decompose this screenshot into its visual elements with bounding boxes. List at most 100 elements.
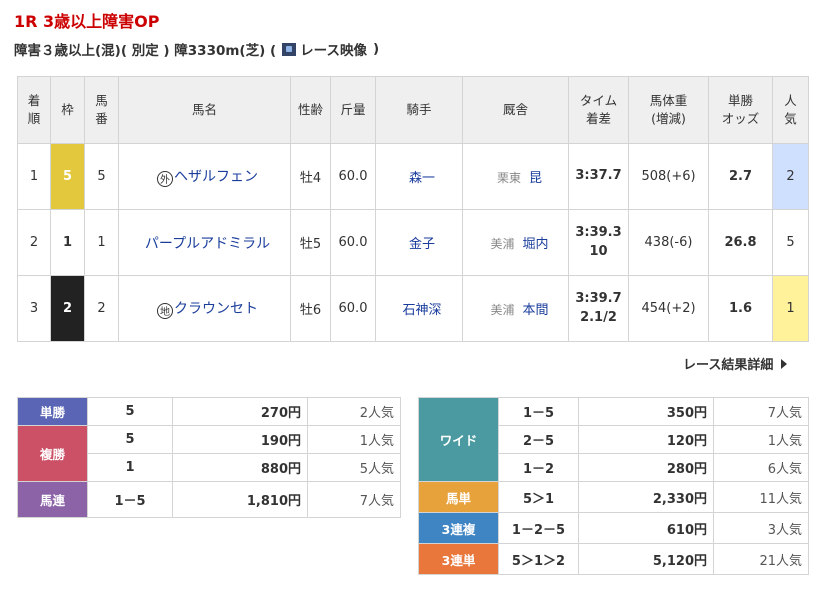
payout-yen: 120円 xyxy=(578,425,714,454)
race-video-link[interactable]: レース映像 xyxy=(282,39,367,59)
frame-badge: 5 xyxy=(51,144,84,209)
col-rank: 着順 xyxy=(17,76,51,144)
col-popularity: 人気 xyxy=(772,76,809,144)
trainer-link[interactable]: 堀内 xyxy=(523,237,549,252)
table-row: 1 5 5 外ヘザルフェン 牡4 60.0 森一 栗東昆 3:37.7 508(… xyxy=(17,143,809,210)
col-number: 馬番 xyxy=(84,76,119,144)
payout-yen: 190円 xyxy=(172,425,308,454)
jockey-link[interactable]: 森一 xyxy=(409,171,435,186)
trainer-region: 美浦 xyxy=(490,237,515,251)
col-odds: 単勝 オッズ xyxy=(708,76,773,144)
payout-yen: 610円 xyxy=(578,512,714,544)
trainer-link[interactable]: 昆 xyxy=(529,171,542,186)
label-wide: ワイド xyxy=(418,397,499,482)
payout-row-tansho: 単勝 5 270円 2人気 xyxy=(17,397,401,426)
table-header-row: 着順 枠 馬番 馬名 性齢 斤量 騎手 厩舎 タイム 着差 馬体重 (増減) 単勝オ… xyxy=(17,76,809,144)
rank: 3 xyxy=(17,275,51,342)
payout-yen: 1,810円 xyxy=(172,481,308,518)
payout-combo: 5 xyxy=(87,425,173,454)
trainer-region: 美浦 xyxy=(490,303,515,317)
payout-combo: 1－5 xyxy=(498,397,579,426)
body-weight: 438(-6) xyxy=(628,209,709,276)
carried-weight: 60.0 xyxy=(330,209,376,276)
rank: 1 xyxy=(17,143,51,210)
video-label: レース映像 xyxy=(300,43,367,59)
race-conditions: 障害３歳以上(混)( 別定 ) 障3330m(芝) ( レース映像 ) xyxy=(14,39,379,59)
trainer-region: 栗東 xyxy=(496,171,521,185)
col-trainer: 厩舎 xyxy=(462,76,569,144)
payout-combo: 5＞1 xyxy=(498,481,579,513)
popularity: 2 xyxy=(772,143,809,210)
label-umaren: 馬連 xyxy=(17,481,88,518)
payout-row-sanrentan: 3連単 5＞1＞2 5,120円 21人気 xyxy=(418,543,809,575)
margin: 10 xyxy=(589,243,608,259)
payout-popularity: 1人気 xyxy=(713,425,809,454)
frame-cell: 1 xyxy=(50,209,85,276)
jockey-cell: 石神深 xyxy=(375,275,463,342)
margin: 2.1/2 xyxy=(580,309,617,325)
body-weight: 508(+6) xyxy=(628,143,709,210)
sex-age: 牡6 xyxy=(290,275,331,342)
trainer-cell: 美浦 本間 xyxy=(462,275,569,342)
payout-row-sanrenpuku: 3連複 1－2－5 610円 3人気 xyxy=(418,512,809,544)
sex-age: 牡5 xyxy=(290,209,331,276)
col-frame: 枠 xyxy=(50,76,85,144)
trainer-cell: 栗東昆 xyxy=(462,143,569,210)
jockey-cell: 金子 xyxy=(375,209,463,276)
horse-number: 1 xyxy=(84,209,119,276)
payout-yen: 5,120円 xyxy=(578,543,714,575)
payout-table-right: ワイド 1－5 350円 7人気 2－5 120円 1人気 1－2 280円 6… xyxy=(418,397,809,575)
rank: 2 xyxy=(17,209,51,276)
horse-cell: 外ヘザルフェン xyxy=(118,143,291,210)
frame-badge: 2 xyxy=(51,276,84,341)
time-cell: 3:39.7 2.1/2 xyxy=(568,275,629,342)
payout-popularity: 5人気 xyxy=(307,453,401,482)
payout-yen: 2,330円 xyxy=(578,481,714,513)
horse-name-link[interactable]: クラウンセト xyxy=(174,301,258,317)
result-table: 着順 枠 馬番 馬名 性齢 斤量 騎手 厩舎 タイム 着差 馬体重 (増減) 単勝オ… xyxy=(17,76,809,342)
horse-name-link[interactable]: ヘザルフェン xyxy=(174,169,258,185)
trainer-link[interactable]: 本間 xyxy=(523,303,549,318)
table-row: 2 1 1 パープルアドミラル 牡5 60.0 金子 美浦 堀内 3:39.3 10… xyxy=(17,209,809,276)
horse-number: 2 xyxy=(84,275,119,342)
payout-popularity: 11人気 xyxy=(713,481,809,513)
close-paren: ) xyxy=(372,41,380,57)
horse-name-link[interactable]: パープルアドミラル xyxy=(145,236,270,252)
payout-popularity: 7人気 xyxy=(307,481,401,518)
payout-combo: 1－2－5 xyxy=(498,512,579,544)
sex-age: 牡4 xyxy=(290,143,331,210)
jockey-link[interactable]: 金子 xyxy=(409,237,435,252)
label-umatan: 馬単 xyxy=(418,481,499,513)
payout-row-wide: ワイド 1－5 350円 7人気 xyxy=(418,397,809,482)
jockey-link[interactable]: 石神深 xyxy=(402,303,441,318)
detail-link-label: レース結果詳細 xyxy=(683,358,774,373)
horse-cell: パープルアドミラル xyxy=(118,209,291,276)
race-result-detail-link[interactable]: レース結果詳細 xyxy=(683,354,788,373)
finish-time: 3:39.7 xyxy=(575,291,622,307)
frame-cell: 2 xyxy=(50,275,85,342)
payout-popularity: 7人気 xyxy=(713,397,809,426)
payout-combo: 5 xyxy=(87,397,173,426)
local-mark-icon: 地 xyxy=(157,302,173,319)
horse-cell: 地クラウンセト xyxy=(118,275,291,342)
label-sanrentan: 3連単 xyxy=(418,543,499,575)
payout-popularity: 6人気 xyxy=(713,453,809,482)
popularity: 5 xyxy=(772,209,809,276)
payout-row-umatan: 馬単 5＞1 2,330円 11人気 xyxy=(418,481,809,513)
frame-cell: 5 xyxy=(50,143,85,210)
time-cell: 3:39.3 10 xyxy=(568,209,629,276)
col-weight: 斤量 xyxy=(330,76,376,144)
label-sanrenpuku: 3連複 xyxy=(418,512,499,544)
popularity: 1 xyxy=(772,275,809,342)
film-thumbnail-icon xyxy=(282,42,297,56)
payout-combo: 2－5 xyxy=(498,425,579,454)
payout-combo: 1－5 xyxy=(87,481,173,518)
payout-row-fukusho: 複勝 5 190円 1人気 xyxy=(17,425,401,482)
payout-popularity: 3人気 xyxy=(713,512,809,544)
finish-time: 3:39.3 xyxy=(575,225,622,241)
carried-weight: 60.0 xyxy=(330,143,376,210)
payout-yen: 350円 xyxy=(578,397,714,426)
jockey-cell: 森一 xyxy=(375,143,463,210)
payout-combo: 1－2 xyxy=(498,453,579,482)
col-sex-age: 性齢 xyxy=(290,76,331,144)
